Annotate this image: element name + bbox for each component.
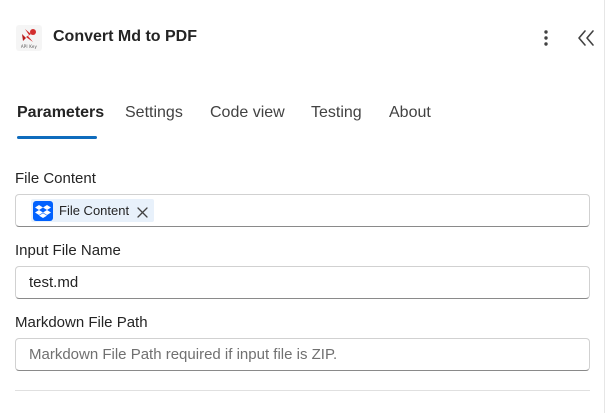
tab-testing[interactable]: Testing <box>311 104 362 122</box>
input-file-name-field <box>15 266 590 299</box>
app-logo: API Key <box>16 25 42 51</box>
double-chevron-left-icon <box>578 30 594 46</box>
action-settings-panel: API Key Convert Md to PDF Parameters Set… <box>0 0 605 413</box>
file-content-label: File Content <box>15 170 96 187</box>
logo-caption: API Key <box>20 44 38 49</box>
section-divider <box>15 390 590 391</box>
file-content-token[interactable]: File Content <box>31 199 155 222</box>
input-file-name-label: Input File Name <box>15 242 121 259</box>
tab-code-view[interactable]: Code view <box>210 104 285 122</box>
tab-settings[interactable]: Settings <box>125 104 183 122</box>
collapse-panel-button[interactable] <box>574 27 598 49</box>
more-options-button[interactable] <box>535 27 557 49</box>
markdown-file-path-field <box>15 338 590 371</box>
tab-about[interactable]: About <box>389 104 431 122</box>
token-label: File Content <box>59 203 130 218</box>
tab-parameters[interactable]: Parameters <box>17 104 104 122</box>
dropbox-icon <box>33 200 53 221</box>
active-tab-indicator <box>17 136 97 139</box>
remove-token-button[interactable] <box>137 205 148 218</box>
markdown-file-path-label: Markdown File Path <box>15 314 148 331</box>
input-file-name-input[interactable] <box>29 267 574 298</box>
panel-title: Convert Md to PDF <box>53 28 197 45</box>
file-content-field[interactable]: File Content <box>15 194 590 227</box>
markdown-file-path-input[interactable] <box>29 339 574 370</box>
panel-header: API Key Convert Md to PDF <box>0 0 605 78</box>
close-icon <box>137 207 148 218</box>
more-vertical-icon <box>544 30 548 46</box>
